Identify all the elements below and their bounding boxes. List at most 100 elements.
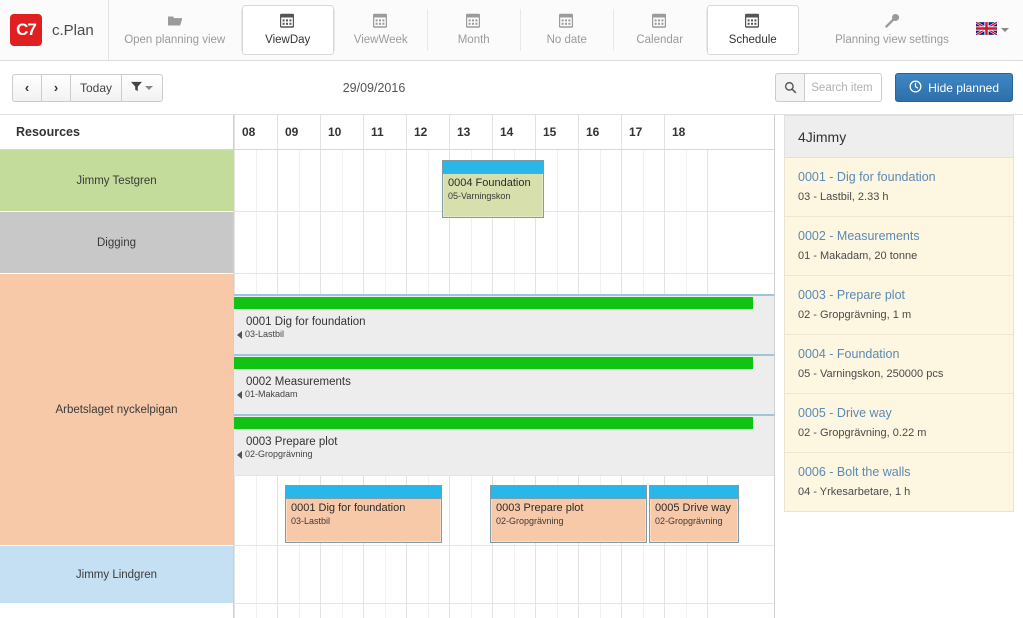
language-selector[interactable] xyxy=(962,0,1023,60)
top-toolbar: C7 c.Plan Open planning view ViewDay ViewW… xyxy=(0,0,1023,61)
calendar-icon xyxy=(558,13,575,29)
item-subtitle: 02 - Gropgrävning, 1 m xyxy=(798,309,912,321)
brand: C7 c.Plan xyxy=(0,0,109,60)
resource-row[interactable]: Jimmy Lindgren xyxy=(0,546,233,604)
chevron-left-icon: ‹ xyxy=(24,80,30,95)
nav-item-schedule[interactable]: Schedule xyxy=(706,5,799,55)
hour-label: 11 xyxy=(371,125,384,139)
clock-icon xyxy=(909,80,922,96)
item-panel-item[interactable]: 0001 - Dig for foundation 03 - Lastbil, 2… xyxy=(785,158,1013,217)
nav-item-viewweek[interactable]: ViewWeek xyxy=(335,5,427,55)
task-title: 0001 Dig for foundation xyxy=(291,502,406,514)
progress-row-subtitle: 03-Lastbil xyxy=(245,329,285,339)
item-subtitle: 03 - Lastbil, 2.33 h xyxy=(798,191,889,203)
hour-label: 15 xyxy=(543,125,557,139)
item-title: 0005 - Drive way xyxy=(798,406,892,420)
hour-header-cell: 15 xyxy=(535,115,578,149)
item-title: 0004 - Foundation xyxy=(798,347,900,361)
item-panel-item[interactable]: 0003 - Prepare plot 02 - Gropgrävning, 1 … xyxy=(785,276,1013,335)
calendar-icon xyxy=(372,13,389,29)
schedule-task-block[interactable]: 0001 Dig for foundation 03-Lastbil xyxy=(285,485,442,543)
hour-header-cell: 12 xyxy=(406,115,449,149)
resource-row[interactable]: Jimmy Testgren xyxy=(0,150,233,212)
hour-label: 13 xyxy=(457,125,471,139)
chevron-down-icon xyxy=(1001,28,1009,32)
schedule-task-block[interactable]: 0003 Prepare plot 02-Gropgrävning xyxy=(490,485,647,543)
collapse-arrow-icon[interactable] xyxy=(237,331,242,339)
hour-header-cell: 17 xyxy=(621,115,664,149)
task-title: 0003 Prepare plot xyxy=(496,502,584,514)
collapse-arrow-icon[interactable] xyxy=(237,451,242,459)
task-subtitle: 02-Gropgrävning xyxy=(655,515,723,526)
calendar-icon xyxy=(651,13,668,29)
item-panel-item[interactable]: 0004 - Foundation 05 - Varningskon, 25000… xyxy=(785,335,1013,394)
resource-row[interactable]: Arbetslaget nyckelpigan xyxy=(0,274,233,546)
hour-header-cell: 18 xyxy=(664,115,707,149)
brand-name: c.Plan xyxy=(52,21,94,39)
search-icon[interactable] xyxy=(775,73,805,102)
nav-item-open-planning-view[interactable]: Open planning view xyxy=(109,5,241,55)
planning-view-settings-button[interactable]: Planning view settings xyxy=(826,5,958,55)
item-panel-item[interactable]: 0006 - Bolt the walls 04 - Yrkesarbetare,… xyxy=(785,453,1013,511)
task-progress-bar xyxy=(491,486,646,499)
nav-item-no-date[interactable]: No date xyxy=(521,5,613,55)
schedule-task-block[interactable]: 0005 Drive way 02-Gropgrävning xyxy=(649,485,739,543)
date-nav-group: ‹ › Today xyxy=(12,73,164,102)
resource-row[interactable]: Digging xyxy=(0,212,233,274)
item-subtitle: 01 - Makadam, 20 tonne xyxy=(798,250,918,262)
resource-row[interactable] xyxy=(0,604,233,618)
grid-row-divider xyxy=(234,603,774,604)
hour-label: 14 xyxy=(500,125,514,139)
progress-row-topline xyxy=(234,414,774,416)
current-date-label: 29/09/2016 xyxy=(342,80,406,95)
resources-column: Resources Jimmy Testgren Digging Arbetslag… xyxy=(0,115,234,618)
progress-bar[interactable] xyxy=(234,297,753,309)
nav-item-month[interactable]: Month xyxy=(428,5,520,55)
hide-planned-button[interactable]: Hide planned xyxy=(895,73,1013,102)
hour-label: 12 xyxy=(414,125,428,139)
app-logo-icon: C7 xyxy=(10,14,42,46)
schedule-task-block[interactable]: 0004 Foundation 05-Varningskon xyxy=(442,160,544,218)
item-panel-item[interactable]: 0002 - Measurements 01 - Makadam, 20 tonn… xyxy=(785,217,1013,276)
chevron-down-icon xyxy=(145,85,154,90)
task-title: 0004 Foundation xyxy=(448,177,531,189)
task-subtitle: 03-Lastbil xyxy=(291,515,331,526)
nav-item-label: Month xyxy=(457,34,490,47)
resource-row-list: Jimmy Testgren Digging Arbetslaget nyckelp… xyxy=(0,150,233,618)
nav-item-viewday[interactable]: ViewDay xyxy=(241,5,334,55)
schedule-grid-body[interactable]: 0001 Dig for foundation 03-Lastbil 0002 Me… xyxy=(234,150,774,618)
hour-header-cell: 08 xyxy=(234,115,277,149)
hour-label: 18 xyxy=(672,125,686,139)
grid-row-divider xyxy=(234,545,774,546)
item-title: 0006 - Bolt the walls xyxy=(798,465,911,479)
progress-row-title: 0003 Prepare plot xyxy=(246,436,338,448)
item-panel-list: 0001 - Dig for foundation 03 - Lastbil, 2… xyxy=(784,157,1014,512)
nav-item-label: Open planning view xyxy=(124,34,226,47)
progress-row-title: 0002 Measurements xyxy=(246,376,351,388)
filter-button[interactable] xyxy=(121,73,164,102)
prev-day-button[interactable]: ‹ xyxy=(12,73,42,102)
hour-header-cell: 16 xyxy=(578,115,621,149)
progress-row-subtitle: 02-Gropgrävning xyxy=(245,449,313,459)
nav-item-calendar[interactable]: Calendar xyxy=(614,5,706,55)
item-panel: 4Jimmy 0001 - Dig for foundation 03 - Las… xyxy=(775,115,1023,618)
progress-row-title: 0001 Dig for foundation xyxy=(246,316,366,328)
hour-header-cell: 11 xyxy=(363,115,406,149)
next-day-button[interactable]: › xyxy=(41,73,71,102)
sub-toolbar: ‹ › Today 29/09/2016 Search item Hide pl… xyxy=(0,61,1023,114)
today-button[interactable]: Today xyxy=(70,73,123,102)
collapse-arrow-icon[interactable] xyxy=(237,391,242,399)
hour-label: 16 xyxy=(586,125,600,139)
hour-label: 10 xyxy=(328,125,342,139)
item-panel-item[interactable]: 0005 - Drive way 02 - Gropgrävning, 0.22 … xyxy=(785,394,1013,453)
item-panel-header: 4Jimmy xyxy=(784,115,1014,157)
search-input[interactable] xyxy=(804,73,883,102)
progress-bar[interactable] xyxy=(234,357,753,369)
filter-icon xyxy=(131,81,143,95)
resource-label: Digging xyxy=(97,236,136,249)
chevron-right-icon: › xyxy=(53,80,59,95)
progress-row-topline xyxy=(234,354,774,356)
hour-label: 17 xyxy=(629,125,643,139)
progress-bar[interactable] xyxy=(234,417,753,429)
